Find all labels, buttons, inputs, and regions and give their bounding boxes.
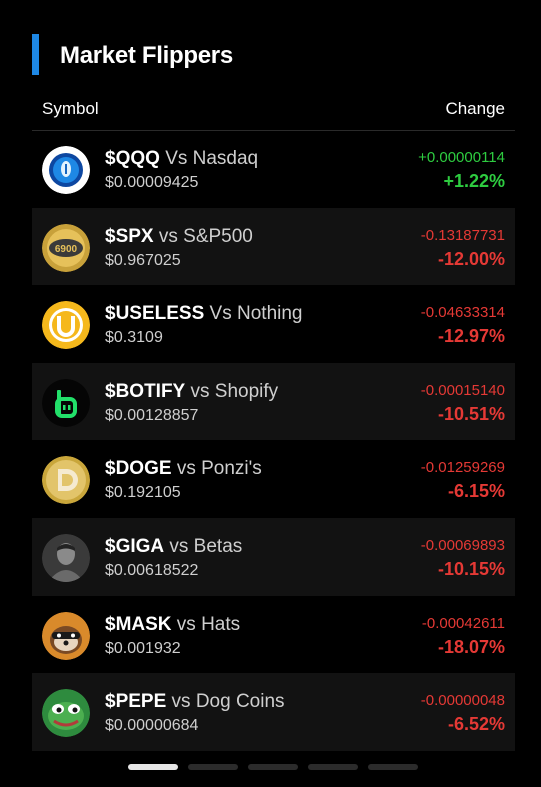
price-value: $0.001932 — [105, 639, 181, 657]
market-list: $QQQ Vs Nasdaq $0.00009425 +0.00000114 +… — [32, 130, 515, 751]
symbol-column-header[interactable]: Symbol — [42, 99, 99, 119]
price-value: $0.00128857 — [105, 406, 199, 424]
change-absolute: -0.00015140 — [420, 381, 505, 399]
list-item[interactable]: $MASK vs Hats $0.001932 -0.00042611 -18.… — [32, 596, 515, 674]
comparison-label: vs Betas — [169, 535, 243, 557]
comparison-label: Vs Nasdaq — [165, 148, 259, 169]
page-dot-1[interactable] — [128, 764, 178, 770]
change-absolute: -0.00000048 — [420, 692, 505, 710]
comparison-label: vs Shopify — [190, 380, 279, 402]
page-indicator — [128, 764, 418, 770]
ticker-symbol: $MASK — [105, 613, 172, 635]
botify-logo-icon — [42, 378, 90, 427]
change-absolute: -0.00042611 — [421, 614, 505, 632]
change-column-header[interactable]: Change — [445, 99, 505, 119]
useless-coin-icon — [42, 301, 90, 350]
title-accent-bar — [32, 34, 39, 75]
page-dot-3[interactable] — [248, 764, 298, 770]
price-value: $0.00000684 — [105, 717, 199, 735]
ticker-symbol: $DOGE — [105, 458, 172, 480]
ticker-symbol: $QQQ — [105, 148, 160, 169]
price-value: $0.192105 — [105, 484, 181, 502]
list-item[interactable]: $USELESS Vs Nothing $0.3109 -0.04633314 … — [32, 285, 515, 363]
change-absolute: -0.04633314 — [420, 304, 505, 322]
change-percent: +1.22% — [443, 171, 505, 191]
header: Market Flippers — [0, 0, 541, 96]
list-item[interactable]: $GIGA vs Betas $0.00618522 -0.00069893 -… — [32, 517, 515, 596]
change-absolute: -0.13187731 — [420, 226, 505, 244]
pepe-frog-icon — [42, 689, 90, 738]
page-dot-2[interactable] — [188, 764, 238, 770]
ticker-symbol: $PEPE — [105, 691, 167, 713]
column-headers: Symbol Change — [32, 96, 515, 131]
comparison-label: vs S&P500 — [158, 225, 253, 247]
change-percent: -12.00% — [437, 248, 505, 269]
doge-coin-icon — [42, 456, 90, 505]
mask-raccoon-icon — [42, 611, 90, 660]
ticker-symbol: $USELESS — [105, 303, 205, 325]
list-item[interactable]: $BOTIFY vs Shopify $0.00128857 -0.000151… — [32, 362, 515, 441]
qqq-logo-icon — [42, 146, 90, 194]
price-value: $0.00618522 — [105, 561, 199, 579]
svg-text:6900: 6900 — [55, 244, 78, 255]
list-item[interactable]: $DOGE vs Ponzi's $0.192105 -0.01259269 -… — [32, 440, 515, 518]
list-item[interactable]: $QQQ Vs Nasdaq $0.00009425 +0.00000114 +… — [32, 130, 515, 208]
ticker-symbol: $BOTIFY — [105, 380, 186, 402]
change-percent: -10.15% — [437, 558, 505, 579]
price-value: $0.00009425 — [105, 174, 199, 191]
change-percent: -18.07% — [437, 636, 505, 657]
change-percent: -6.15% — [447, 481, 505, 502]
comparison-label: Vs Nothing — [209, 303, 303, 325]
change-percent: -10.51% — [437, 403, 505, 424]
page-title: Market Flippers — [60, 42, 233, 69]
page-dot-4[interactable] — [308, 764, 358, 770]
comparison-label: vs Hats — [176, 613, 241, 635]
change-percent: -12.97% — [437, 326, 505, 347]
price-value: $0.3109 — [105, 329, 163, 347]
comparison-label: vs Ponzi's — [176, 458, 262, 480]
change-absolute: -0.01259269 — [420, 459, 505, 477]
page-dot-5[interactable] — [368, 764, 418, 770]
giga-avatar-icon — [42, 533, 90, 582]
price-value: $0.967025 — [105, 251, 181, 269]
ticker-symbol: $GIGA — [105, 535, 165, 557]
change-absolute: +0.00000114 — [418, 149, 505, 166]
list-item[interactable]: 6900 $SPX vs S&P500 $0.967025 -0.1318773… — [32, 207, 515, 286]
list-item[interactable]: $PEPE vs Dog Coins $0.00000684 -0.000000… — [32, 673, 515, 751]
change-percent: -6.52% — [447, 714, 505, 735]
ticker-symbol: $SPX — [105, 225, 154, 247]
comparison-label: vs Dog Coins — [171, 691, 285, 713]
change-absolute: -0.00069893 — [420, 536, 505, 554]
spx6900-coin-icon: 6900 — [42, 223, 90, 272]
